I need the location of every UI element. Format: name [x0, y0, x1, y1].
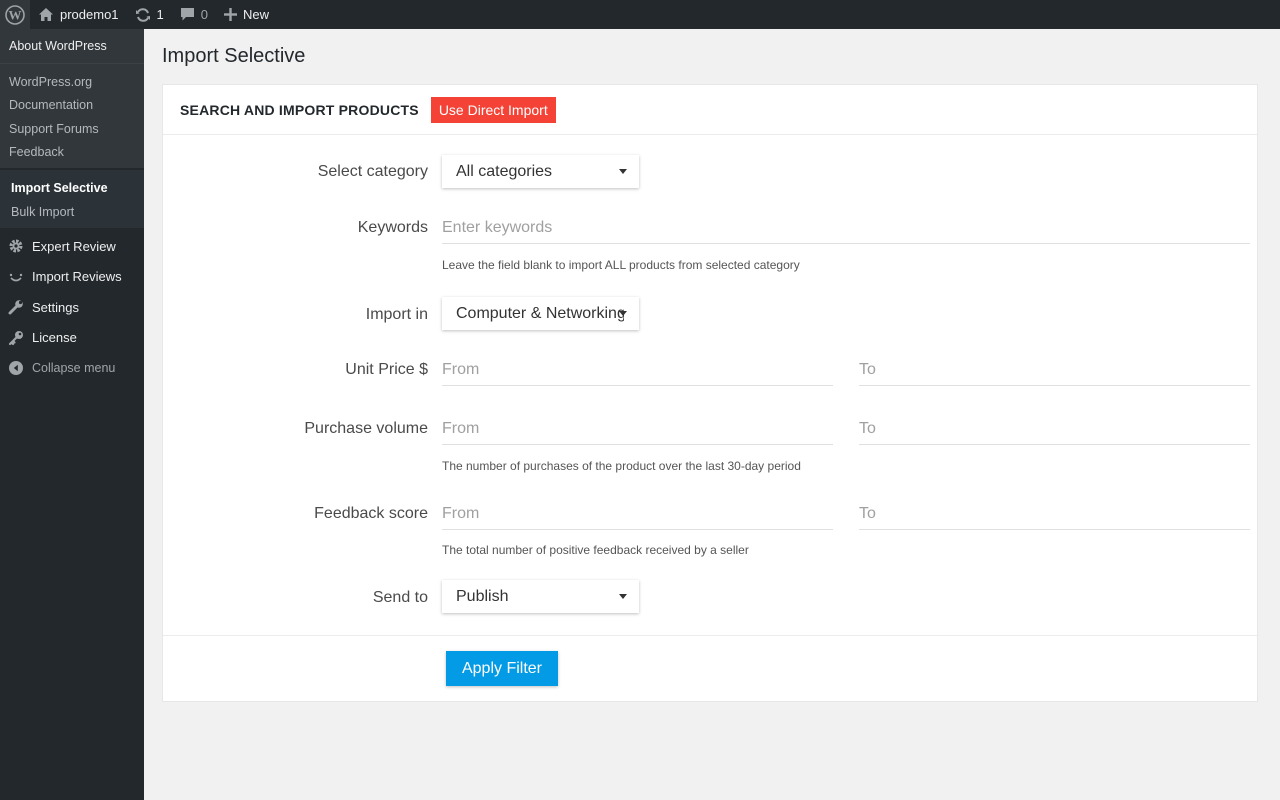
category-value: All categories	[456, 162, 553, 180]
send-to-value: Publish	[456, 587, 509, 605]
purchase-volume-help: The number of purchases of the product o…	[442, 459, 801, 473]
feedback-score-label: Feedback score	[314, 505, 428, 522]
collapse-menu-button[interactable]: Collapse menu	[0, 353, 144, 384]
import-form-panel: SEARCH AND IMPORT PRODUCTS Use Direct Im…	[162, 84, 1259, 702]
sidebar-item-about-wordpress[interactable]: About WordPress	[0, 29, 144, 63]
sidebar-item-settings[interactable]: Settings	[0, 292, 144, 323]
home-icon	[38, 7, 54, 22]
unit-price-from-input[interactable]	[442, 354, 833, 386]
admin-sidebar: About WordPress WordPress.org Documentat…	[0, 29, 144, 800]
panel-title: SEARCH AND IMPORT PRODUCTS	[180, 101, 419, 118]
sidebar-item-bulk-import[interactable]: Bulk Import	[0, 200, 144, 224]
updates-link[interactable]: 1	[127, 0, 172, 29]
comments-link[interactable]: 0	[172, 0, 216, 29]
sidebar-item-label: Expert Review	[32, 238, 116, 254]
new-content-link[interactable]: New	[216, 0, 277, 29]
sidebar-item-label: License	[32, 330, 77, 346]
site-name: prodemo1	[60, 7, 119, 22]
collapse-menu-label: Collapse menu	[32, 361, 116, 376]
apply-filter-button[interactable]: Apply Filter	[446, 651, 558, 686]
sidebar-item-import-reviews[interactable]: Import Reviews	[0, 262, 144, 293]
admin-bar: W prodemo1 1 0 New	[0, 0, 1280, 29]
unit-price-to-input[interactable]	[859, 354, 1250, 386]
site-name-link[interactable]: prodemo1	[30, 0, 127, 29]
sidebar-menu: Expert Review Import Reviews Settings Li…	[0, 228, 144, 384]
key-icon	[8, 330, 24, 346]
category-label: Select category	[317, 163, 428, 180]
keywords-input[interactable]	[442, 212, 1250, 244]
svg-text:W: W	[9, 7, 22, 22]
sidebar-item-import-selective[interactable]: Import Selective	[0, 176, 144, 200]
wrench-icon	[8, 299, 24, 315]
sidebar-item-feedback[interactable]: Feedback	[0, 141, 144, 165]
import-in-value: Computer & Networking	[456, 304, 624, 322]
caret-down-icon	[619, 311, 627, 316]
send-to-label: Send to	[372, 589, 428, 606]
send-to-select[interactable]: Publish	[442, 580, 639, 613]
sidebar-item-label: Import Reviews	[32, 269, 122, 285]
refresh-icon	[135, 7, 151, 23]
new-label: New	[243, 7, 270, 22]
comment-icon	[180, 7, 195, 22]
updates-count: 1	[156, 7, 164, 22]
sidebar-item-label: Settings	[32, 299, 79, 315]
use-direct-import-button[interactable]: Use Direct Import	[430, 96, 556, 123]
gear-icon	[8, 238, 24, 254]
purchase-volume-label: Purchase volume	[304, 420, 428, 437]
wordpress-logo-icon[interactable]: W	[0, 0, 30, 29]
sidebar-item-support-forums[interactable]: Support Forums	[0, 117, 144, 141]
keywords-help: Leave the field blank to import ALL prod…	[442, 258, 800, 272]
feedback-score-to-input[interactable]	[859, 498, 1250, 530]
sidebar-item-documentation[interactable]: Documentation	[0, 94, 144, 118]
caret-down-icon	[619, 169, 627, 174]
panel-footer-divider	[163, 635, 1259, 636]
page-title: Import Selective	[162, 45, 306, 67]
smile-icon	[8, 269, 24, 285]
collapse-arrow-icon	[8, 360, 24, 376]
plugin-submenu: Import Selective Bulk Import	[0, 170, 144, 228]
feedback-score-help: The total number of positive feedback re…	[442, 543, 749, 557]
sidebar-item-wordpress-org[interactable]: WordPress.org	[0, 70, 144, 94]
sidebar-item-license[interactable]: License	[0, 323, 144, 354]
import-in-select[interactable]: Computer & Networking	[442, 297, 639, 330]
category-select[interactable]: All categories	[442, 155, 639, 188]
sidebar-item-expert-review[interactable]: Expert Review	[0, 231, 144, 262]
unit-price-label: Unit Price $	[345, 361, 428, 378]
plus-icon	[224, 8, 238, 21]
caret-down-icon	[619, 594, 627, 599]
purchase-volume-to-input[interactable]	[859, 413, 1250, 445]
purchase-volume-from-input[interactable]	[442, 413, 833, 445]
wordpress-links-submenu: WordPress.org Documentation Support Foru…	[0, 63, 144, 168]
keywords-label: Keywords	[357, 219, 428, 236]
comments-count: 0	[200, 7, 209, 22]
import-in-label: Import in	[365, 306, 428, 323]
panel-header: SEARCH AND IMPORT PRODUCTS Use Direct Im…	[163, 85, 1257, 135]
feedback-score-from-input[interactable]	[442, 498, 833, 530]
